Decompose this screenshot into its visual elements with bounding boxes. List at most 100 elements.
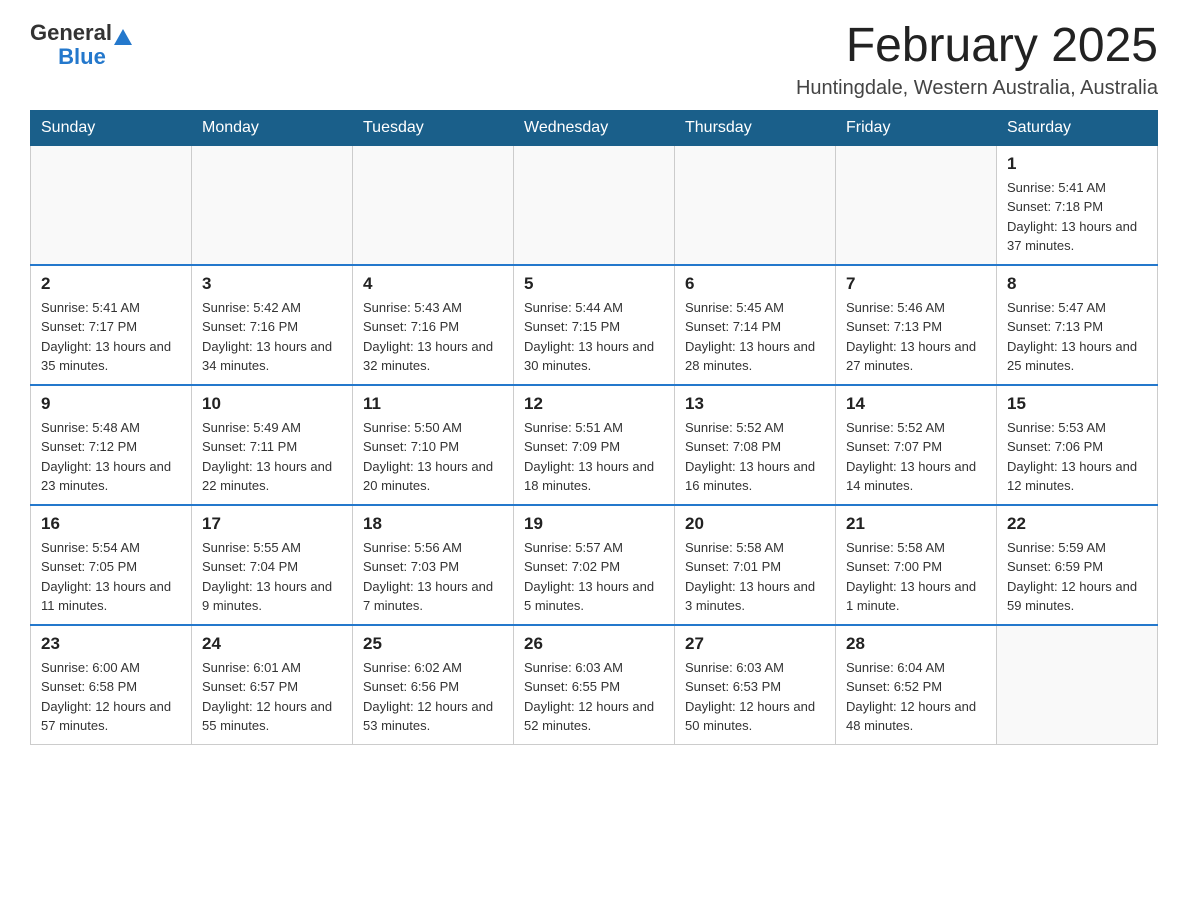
day-number: 17 — [202, 514, 342, 534]
day-number: 22 — [1007, 514, 1147, 534]
logo-icon: General Blue — [30, 20, 132, 70]
day-info: Sunrise: 6:01 AM Sunset: 6:57 PM Dayligh… — [202, 658, 342, 736]
day-info: Sunrise: 6:00 AM Sunset: 6:58 PM Dayligh… — [41, 658, 181, 736]
day-number: 14 — [846, 394, 986, 414]
calendar-week-row: 16 Sunrise: 5:54 AM Sunset: 7:05 PM Dayli… — [31, 505, 1158, 625]
calendar-day-cell: 27 Sunrise: 6:03 AM Sunset: 6:53 PM Dayli… — [675, 625, 836, 745]
calendar-header-row: SundayMondayTuesdayWednesdayThursdayFrid… — [31, 110, 1158, 145]
calendar-day-cell: 10 Sunrise: 5:49 AM Sunset: 7:11 PM Dayli… — [192, 385, 353, 505]
day-of-week-header: Monday — [192, 110, 353, 145]
day-info: Sunrise: 5:50 AM Sunset: 7:10 PM Dayligh… — [363, 418, 503, 496]
logo: General Blue — [30, 20, 132, 70]
calendar-day-cell: 17 Sunrise: 5:55 AM Sunset: 7:04 PM Dayli… — [192, 505, 353, 625]
calendar-day-cell: 21Sunrise: 5:58 AM Sunset: 7:00 PM Dayli… — [836, 505, 997, 625]
calendar-day-cell: 24 Sunrise: 6:01 AM Sunset: 6:57 PM Dayli… — [192, 625, 353, 745]
location-title: Huntingdale, Western Australia, Australi… — [796, 77, 1158, 100]
day-info: Sunrise: 5:41 AM Sunset: 7:17 PM Dayligh… — [41, 298, 181, 376]
calendar-day-cell: 11 Sunrise: 5:50 AM Sunset: 7:10 PM Dayli… — [353, 385, 514, 505]
day-number: 9 — [41, 394, 181, 414]
day-of-week-header: Wednesday — [514, 110, 675, 145]
logo-blue-text: Blue — [58, 44, 106, 69]
day-number: 15 — [1007, 394, 1147, 414]
day-number: 13 — [685, 394, 825, 414]
day-info: Sunrise: 5:51 AM Sunset: 7:09 PM Dayligh… — [524, 418, 664, 496]
day-info: Sunrise: 5:49 AM Sunset: 7:11 PM Dayligh… — [202, 418, 342, 496]
day-number: 19 — [524, 514, 664, 534]
calendar-week-row: 23 Sunrise: 6:00 AM Sunset: 6:58 PM Dayli… — [31, 625, 1158, 745]
day-of-week-header: Thursday — [675, 110, 836, 145]
day-info: Sunrise: 5:46 AM Sunset: 7:13 PM Dayligh… — [846, 298, 986, 376]
day-info: Sunrise: 5:52 AM Sunset: 7:07 PM Dayligh… — [846, 418, 986, 496]
calendar-week-row: 2 Sunrise: 5:41 AM Sunset: 7:17 PM Daylig… — [31, 265, 1158, 385]
day-number: 7 — [846, 274, 986, 294]
day-info: Sunrise: 5:47 AM Sunset: 7:13 PM Dayligh… — [1007, 298, 1147, 376]
calendar-day-cell: 3Sunrise: 5:42 AM Sunset: 7:16 PM Daylig… — [192, 265, 353, 385]
day-info: Sunrise: 6:02 AM Sunset: 6:56 PM Dayligh… — [363, 658, 503, 736]
calendar-day-cell: 12 Sunrise: 5:51 AM Sunset: 7:09 PM Dayli… — [514, 385, 675, 505]
calendar-day-cell: 1 Sunrise: 5:41 AM Sunset: 7:18 PM Daylig… — [997, 145, 1158, 265]
calendar-day-cell: 23 Sunrise: 6:00 AM Sunset: 6:58 PM Dayli… — [31, 625, 192, 745]
day-of-week-header: Friday — [836, 110, 997, 145]
day-info: Sunrise: 5:57 AM Sunset: 7:02 PM Dayligh… — [524, 538, 664, 616]
day-info: Sunrise: 5:59 AM Sunset: 6:59 PM Dayligh… — [1007, 538, 1147, 616]
calendar-day-cell: 22 Sunrise: 5:59 AM Sunset: 6:59 PM Dayli… — [997, 505, 1158, 625]
day-number: 12 — [524, 394, 664, 414]
title-section: February 2025 Huntingdale, Western Austr… — [796, 20, 1158, 100]
calendar-table: SundayMondayTuesdayWednesdayThursdayFrid… — [30, 110, 1158, 745]
day-number: 20 — [685, 514, 825, 534]
logo-general-text: General — [30, 20, 112, 46]
calendar-day-cell: 26 Sunrise: 6:03 AM Sunset: 6:55 PM Dayli… — [514, 625, 675, 745]
calendar-day-cell — [31, 145, 192, 265]
calendar-day-cell: 8 Sunrise: 5:47 AM Sunset: 7:13 PM Daylig… — [997, 265, 1158, 385]
day-number: 5 — [524, 274, 664, 294]
calendar-day-cell — [675, 145, 836, 265]
day-number: 27 — [685, 634, 825, 654]
calendar-day-cell — [192, 145, 353, 265]
day-number: 11 — [363, 394, 503, 414]
calendar-day-cell: 13 Sunrise: 5:52 AM Sunset: 7:08 PM Dayli… — [675, 385, 836, 505]
calendar-day-cell: 4 Sunrise: 5:43 AM Sunset: 7:16 PM Daylig… — [353, 265, 514, 385]
calendar-week-row: 9 Sunrise: 5:48 AM Sunset: 7:12 PM Daylig… — [31, 385, 1158, 505]
day-info: Sunrise: 5:45 AM Sunset: 7:14 PM Dayligh… — [685, 298, 825, 376]
calendar-day-cell — [353, 145, 514, 265]
day-info: Sunrise: 6:04 AM Sunset: 6:52 PM Dayligh… — [846, 658, 986, 736]
day-number: 25 — [363, 634, 503, 654]
calendar-week-row: 1 Sunrise: 5:41 AM Sunset: 7:18 PM Daylig… — [31, 145, 1158, 265]
day-number: 1 — [1007, 154, 1147, 174]
calendar-day-cell: 25 Sunrise: 6:02 AM Sunset: 6:56 PM Dayli… — [353, 625, 514, 745]
day-info: Sunrise: 5:41 AM Sunset: 7:18 PM Dayligh… — [1007, 178, 1147, 256]
day-number: 2 — [41, 274, 181, 294]
calendar-day-cell: 5 Sunrise: 5:44 AM Sunset: 7:15 PM Daylig… — [514, 265, 675, 385]
day-of-week-header: Sunday — [31, 110, 192, 145]
day-info: Sunrise: 6:03 AM Sunset: 6:55 PM Dayligh… — [524, 658, 664, 736]
day-info: Sunrise: 5:44 AM Sunset: 7:15 PM Dayligh… — [524, 298, 664, 376]
day-number: 23 — [41, 634, 181, 654]
day-number: 16 — [41, 514, 181, 534]
day-number: 10 — [202, 394, 342, 414]
calendar-day-cell: 18Sunrise: 5:56 AM Sunset: 7:03 PM Dayli… — [353, 505, 514, 625]
day-of-week-header: Saturday — [997, 110, 1158, 145]
day-info: Sunrise: 6:03 AM Sunset: 6:53 PM Dayligh… — [685, 658, 825, 736]
day-info: Sunrise: 5:56 AM Sunset: 7:03 PM Dayligh… — [363, 538, 503, 616]
day-info: Sunrise: 5:55 AM Sunset: 7:04 PM Dayligh… — [202, 538, 342, 616]
day-number: 28 — [846, 634, 986, 654]
day-info: Sunrise: 5:42 AM Sunset: 7:16 PM Dayligh… — [202, 298, 342, 376]
day-number: 24 — [202, 634, 342, 654]
day-info: Sunrise: 5:52 AM Sunset: 7:08 PM Dayligh… — [685, 418, 825, 496]
day-info: Sunrise: 5:48 AM Sunset: 7:12 PM Dayligh… — [41, 418, 181, 496]
day-info: Sunrise: 5:54 AM Sunset: 7:05 PM Dayligh… — [41, 538, 181, 616]
day-info: Sunrise: 5:43 AM Sunset: 7:16 PM Dayligh… — [363, 298, 503, 376]
day-number: 8 — [1007, 274, 1147, 294]
calendar-day-cell: 7 Sunrise: 5:46 AM Sunset: 7:13 PM Daylig… — [836, 265, 997, 385]
calendar-day-cell: 2 Sunrise: 5:41 AM Sunset: 7:17 PM Daylig… — [31, 265, 192, 385]
day-info: Sunrise: 5:58 AM Sunset: 7:01 PM Dayligh… — [685, 538, 825, 616]
day-number: 26 — [524, 634, 664, 654]
calendar-day-cell: 28 Sunrise: 6:04 AM Sunset: 6:52 PM Dayli… — [836, 625, 997, 745]
calendar-day-cell: 14 Sunrise: 5:52 AM Sunset: 7:07 PM Dayli… — [836, 385, 997, 505]
calendar-day-cell — [836, 145, 997, 265]
day-number: 6 — [685, 274, 825, 294]
calendar-day-cell: 20 Sunrise: 5:58 AM Sunset: 7:01 PM Dayli… — [675, 505, 836, 625]
calendar-day-cell: 15Sunrise: 5:53 AM Sunset: 7:06 PM Dayli… — [997, 385, 1158, 505]
day-number: 4 — [363, 274, 503, 294]
month-title: February 2025 — [796, 20, 1158, 73]
